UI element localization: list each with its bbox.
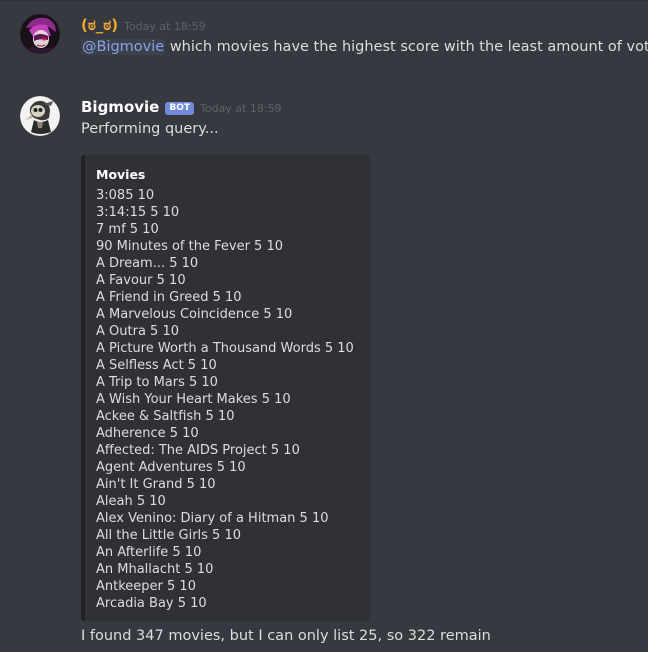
message-followup-text: I found 347 movies, but I can only list …: [81, 628, 491, 644]
user-avatar[interactable]: [20, 14, 60, 54]
movie-list-item: A Selfless Act 5 10: [96, 358, 217, 373]
movie-list-item: 7 mf 5 10: [96, 222, 159, 237]
movie-list-item: A Outra 5 10: [96, 324, 179, 339]
message-text: Performing query...: [81, 121, 219, 137]
movie-list-item: Arcadia Bay 5 10: [96, 596, 207, 611]
username[interactable]: Bigmovie: [81, 98, 159, 116]
bot-tag-badge: BOT: [165, 102, 194, 115]
movie-list-item: Ackee & Saltfish 5 10: [96, 409, 235, 424]
chat-messages: (ಠ_ಠ) Today at 18:59 @Bigmovie which movi…: [0, 0, 648, 652]
movie-list-item: Antkeeper 5 10: [96, 579, 196, 594]
movie-list-item: Ain't It Grand 5 10: [96, 477, 216, 492]
embed-movie-list: 3:085 10 3:14:15 5 10 7 mf 5 10 90 Minutes …: [96, 187, 354, 612]
movie-list-item: An Mhallacht 5 10: [96, 562, 214, 577]
movie-list-item: Agent Adventures 5 10: [96, 460, 246, 475]
movie-list-item: An Afterlife 5 10: [96, 545, 202, 560]
mention-bigmovie[interactable]: @Bigmovie: [81, 39, 166, 55]
purple-haired-face-icon: [20, 14, 60, 54]
movie-list-item: A Marvelous Coincidence 5 10: [96, 307, 293, 322]
movie-list-item: A Favour 5 10: [96, 273, 186, 288]
movie-list-item: All the Little Girls 5 10: [96, 528, 241, 543]
message-timestamp: Today at 18:59: [200, 102, 282, 115]
embed-title: Movies: [96, 167, 146, 182]
movie-list-item: A Wish Your Heart Makes 5 10: [96, 392, 291, 407]
username[interactable]: (ಠ_ಠ): [81, 16, 118, 34]
message-timestamp: Today at 18:59: [124, 20, 206, 33]
movie-list-item: Affected: The AIDS Project 5 10: [96, 443, 300, 458]
skull-plague-mask-icon: [20, 96, 60, 136]
movie-list-item: 90 Minutes of the Fever 5 10: [96, 239, 283, 254]
movie-list-item: 3:085 10: [96, 188, 155, 203]
movie-list-item: A Trip to Mars 5 10: [96, 375, 218, 390]
movie-list-item: 3:14:15 5 10: [96, 205, 180, 220]
message-body: which movies have the highest score with…: [165, 39, 648, 55]
movie-list-item: Aleah 5 10: [96, 494, 166, 509]
movie-list-item: A Dream... 5 10: [96, 256, 199, 271]
bot-avatar[interactable]: [20, 96, 60, 136]
movie-list-item: Adherence 5 10: [96, 426, 199, 441]
embed-movies: Movies 3:085 10 3:14:15 5 10 7 mf 5 10 90 M…: [81, 155, 370, 621]
movie-list-item: Alex Venino: Diary of a Hitman 5 10: [96, 511, 329, 526]
movie-list-item: A Friend in Greed 5 10: [96, 290, 242, 305]
message-text: @Bigmovie which movies have the highest …: [81, 36, 648, 58]
movie-list-item: A Picture Worth a Thousand Words 5 10: [96, 341, 354, 356]
top-divider: [0, 0, 648, 1]
